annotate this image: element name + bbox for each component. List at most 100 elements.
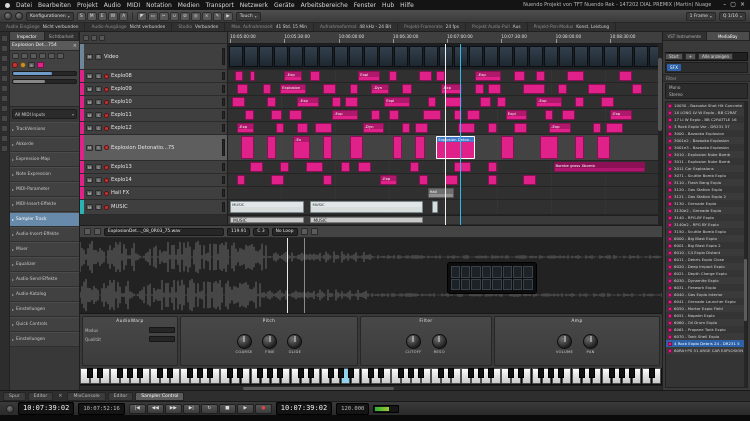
record-arm-button[interactable]	[104, 113, 109, 118]
mute-button[interactable]: M	[86, 204, 93, 210]
audio-clip[interactable]	[488, 123, 497, 133]
audio-clip[interactable]	[237, 84, 248, 94]
audio-clip[interactable]	[310, 71, 320, 81]
audio-clip[interactable]	[467, 110, 480, 120]
piano-black-key[interactable]	[408, 368, 414, 378]
audio-clip[interactable]	[597, 136, 610, 159]
knob-cutoff[interactable]: CUTOFF	[405, 334, 421, 354]
media-item[interactable]: 3000 - Bazooka Explosion	[666, 130, 747, 137]
menu-netzwerk[interactable]: Netzwerk	[240, 2, 268, 9]
menu-hub[interactable]: Hub	[382, 2, 394, 9]
piano-black-key[interactable]	[508, 368, 514, 378]
key-zone-cell[interactable]	[513, 266, 522, 278]
audio-clip[interactable]: -Dyn	[363, 123, 385, 133]
audio-clip[interactable]: -Exp	[237, 123, 254, 133]
piano-black-key[interactable]	[448, 368, 454, 378]
mediabay-scrollbar[interactable]	[744, 102, 747, 387]
glue-tool[interactable]: ∪	[170, 12, 179, 21]
edit-channel-button[interactable]: e	[28, 62, 35, 68]
lower-zone-tab-mixconsole[interactable]: MixConsole	[67, 392, 105, 401]
inspector-tab-sichtbarkeit[interactable]: Sichtbarkeit	[45, 32, 80, 40]
record-arm-button[interactable]	[104, 87, 109, 92]
menu-transport[interactable]: Transport	[206, 2, 234, 9]
record-arm-button[interactable]	[104, 191, 109, 196]
audio-clip[interactable]	[601, 97, 614, 107]
audio-clip[interactable]	[562, 110, 575, 120]
media-item[interactable]: 6000 - Big Blast Explo	[666, 235, 747, 242]
range-selection-tool[interactable]: ▭	[148, 12, 158, 21]
audio-clip[interactable]	[232, 97, 245, 107]
audio-clip[interactable]	[593, 123, 602, 133]
menu-datei[interactable]: Datei	[16, 2, 32, 9]
mediabay-category-sfx[interactable]: SFX	[667, 64, 681, 71]
quantize-dropdown[interactable]: Q 1/16	[719, 12, 746, 21]
key-zone-cell[interactable]	[461, 279, 470, 291]
inspector-section-midi-parameter[interactable]: ▸MIDI-Parameter	[10, 182, 79, 197]
track-color-swatch[interactable]	[37, 62, 44, 68]
inspector-button[interactable]	[12, 53, 19, 59]
track-state-w-button[interactable]: W	[108, 12, 118, 21]
piano-black-key[interactable]	[127, 368, 133, 378]
notepad-icon[interactable]	[1, 135, 8, 142]
sampler-transfer-button[interactable]	[311, 228, 318, 235]
key-zone-cell[interactable]	[513, 279, 522, 291]
sampler-settings-button[interactable]	[301, 228, 308, 235]
audio-clip[interactable]	[428, 97, 437, 107]
audio-clip[interactable]	[480, 97, 491, 107]
solo-button[interactable]: S	[95, 145, 102, 151]
inspector-section-audio-send-effekte[interactable]: ▸Audio-Send-Effekte	[10, 272, 79, 287]
media-item[interactable]: 2011 Car Explosions	[666, 165, 747, 172]
media-item[interactable]: 6030 - Dynamite Explo	[666, 277, 747, 284]
key-zone-cell[interactable]	[492, 279, 501, 291]
audio-clip[interactable]	[419, 71, 432, 81]
lane-hall-fx[interactable]: Hall	[228, 187, 662, 200]
audio-clip[interactable]	[567, 71, 584, 81]
arranger-icon[interactable]	[1, 115, 8, 122]
piano-black-key[interactable]	[157, 368, 163, 378]
audio-clip[interactable]	[575, 136, 584, 159]
media-item[interactable]: 17 LI W Explo - BB C2RATTLE 16	[666, 116, 747, 123]
audio-clip[interactable]: -Exp	[549, 123, 571, 133]
audio-clip[interactable]: -Exp	[380, 175, 397, 185]
audio-clip[interactable]: -Exp	[284, 71, 301, 81]
audio-clip[interactable]	[235, 71, 244, 81]
lane-explo11[interactable]: -ExpExpl-Exp	[228, 109, 662, 122]
piano-black-key[interactable]	[518, 368, 524, 378]
audio-clip[interactable]: -Exp	[475, 71, 501, 81]
piano-black-key[interactable]	[468, 368, 474, 378]
mediabay-add-button[interactable]: +	[685, 53, 696, 60]
menu-notation[interactable]: Notation	[146, 2, 172, 9]
maximize-button[interactable]: ▢	[730, 0, 736, 10]
knob-volume[interactable]: VOLUME	[556, 334, 573, 354]
audio-clip[interactable]	[393, 136, 402, 159]
piano-black-key[interactable]	[257, 368, 263, 378]
solo-button[interactable]: S	[95, 164, 102, 170]
piano-black-key[interactable]	[619, 368, 625, 378]
audio-clip[interactable]: Expl	[384, 97, 410, 107]
inspector-section-trackversions[interactable]: ▸TrackVersions	[10, 122, 79, 137]
solo-button[interactable]: S	[95, 86, 102, 92]
audio-clip[interactable]	[280, 162, 289, 172]
inspector-tab-inspector[interactable]: Inspector	[10, 32, 45, 40]
audio-clip[interactable]	[250, 71, 255, 81]
mute-tool[interactable]: ×	[202, 12, 212, 21]
audio-clip[interactable]	[488, 162, 497, 172]
inspector-section-einstellungen[interactable]: ▸Einstellungen	[10, 332, 79, 347]
key-zone-cell[interactable]	[523, 279, 532, 291]
mute-button[interactable]: M	[86, 164, 93, 170]
pool-icon[interactable]	[1, 145, 8, 152]
mediabay-attribute-mono[interactable]: Mono	[666, 84, 747, 91]
piano-black-key[interactable]	[207, 368, 213, 378]
audio-clip[interactable]	[436, 71, 445, 81]
mediabay-start-button[interactable]: Start	[665, 53, 683, 60]
audio-clip[interactable]: MUSIC	[230, 201, 304, 213]
media-item[interactable]: 3 Rock Explo Var - DR231 57	[666, 123, 747, 130]
piano-black-key[interactable]	[237, 368, 243, 378]
inspector-section-akkorde[interactable]: ▸Akkorde	[10, 137, 79, 152]
part-name-bar[interactable]: MUSIC	[230, 217, 304, 223]
track-row-explo14[interactable]: MSExplo14	[80, 174, 227, 187]
piano-black-key[interactable]	[378, 368, 384, 378]
solo-button[interactable]: S	[95, 112, 102, 118]
track-state-s-button[interactable]: S	[77, 12, 86, 21]
piano-black-key[interactable]	[227, 368, 233, 378]
